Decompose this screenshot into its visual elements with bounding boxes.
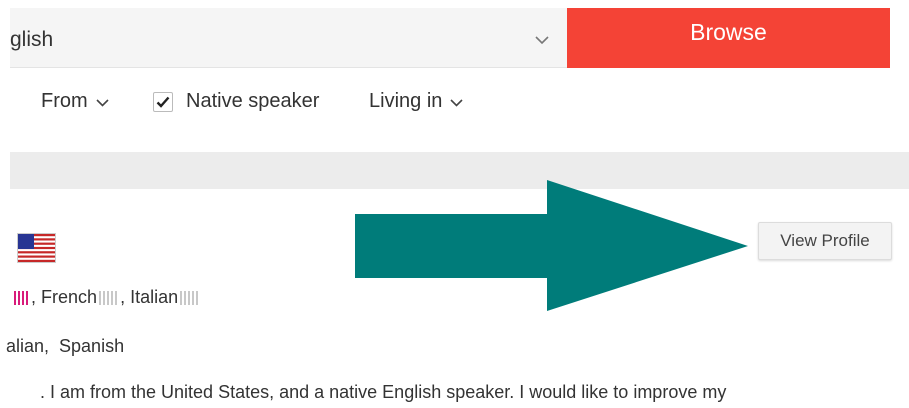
living-in-label: Living in: [369, 90, 443, 112]
chevron-down-icon: [96, 90, 109, 113]
living-in-filter[interactable]: Living in: [369, 90, 463, 113]
chevron-down-icon: [450, 90, 463, 113]
checkmark-icon: [156, 96, 170, 108]
united-states-flag-icon: [17, 233, 56, 263]
learning-languages: , French , Italian: [12, 287, 201, 308]
native-speaker-label: Native speaker: [186, 90, 320, 112]
language-select-value: glish: [10, 28, 54, 51]
language-level-meter: [14, 290, 28, 305]
native-speaker-filter[interactable]: Native speaker: [153, 90, 319, 113]
language-select[interactable]: glish: [10, 8, 567, 68]
from-filter-label: From: [41, 90, 88, 112]
other-languages: alian, Spanish: [6, 336, 125, 356]
language-level-meter: [99, 290, 118, 305]
arrow-annotation: [355, 180, 748, 311]
language-level-meter: [180, 290, 199, 305]
separator: ,: [31, 287, 37, 307]
view-profile-button[interactable]: View Profile: [758, 222, 892, 260]
profile-intro: . I am from the United States, and a nat…: [40, 382, 727, 402]
chevron-down-icon[interactable]: [535, 32, 549, 50]
browse-button[interactable]: Browse: [567, 8, 890, 68]
separator: ,: [120, 287, 126, 307]
language-italian: Italian: [130, 287, 179, 307]
native-speaker-checkbox[interactable]: [153, 91, 173, 112]
from-filter[interactable]: From: [41, 90, 109, 113]
language-french: French: [41, 287, 98, 307]
